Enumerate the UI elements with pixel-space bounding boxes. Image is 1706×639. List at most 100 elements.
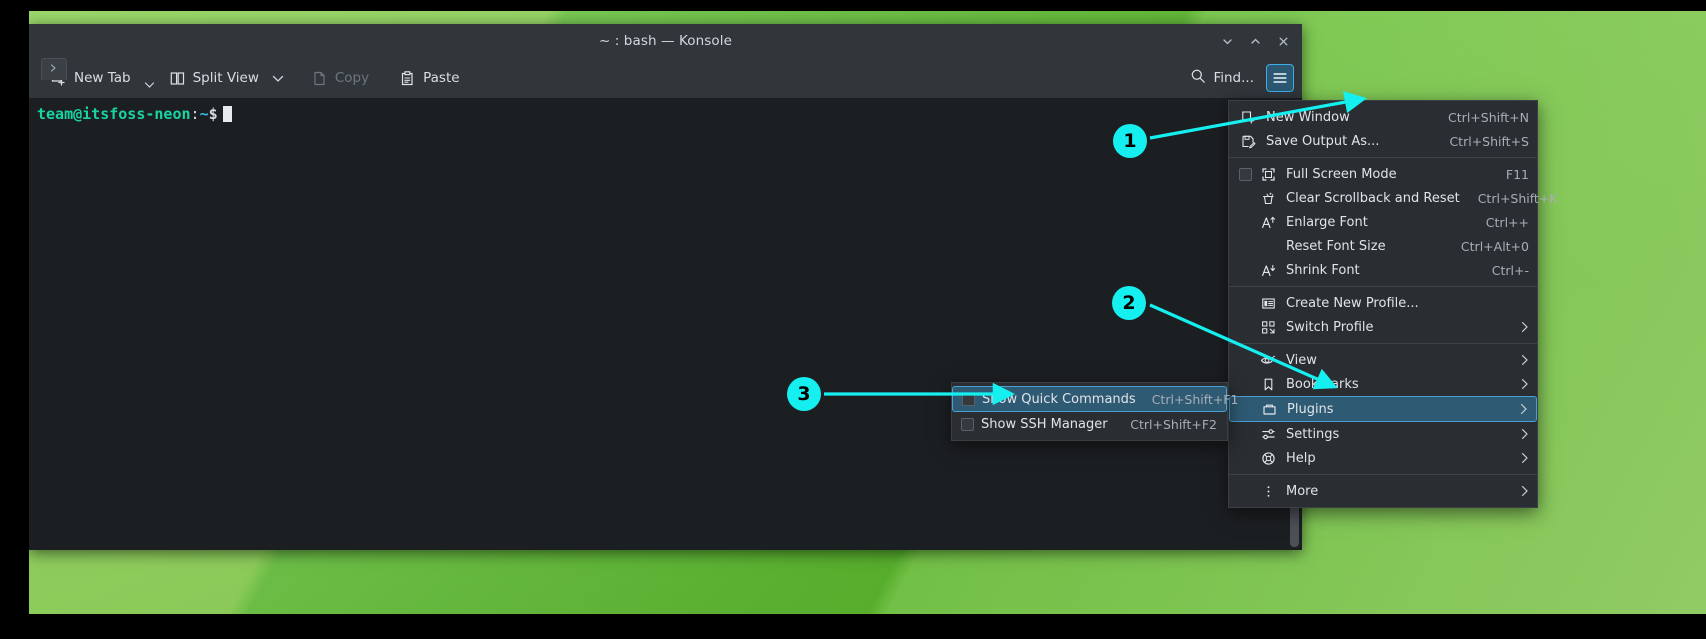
menu-label: New Window (1266, 109, 1350, 125)
split-view-button[interactable]: Split View (160, 63, 268, 93)
show-quick-commands-checkbox[interactable] (962, 392, 975, 406)
menu-shortcut: Ctrl+Alt+0 (1460, 238, 1529, 254)
menu-label: Full Screen Mode (1286, 166, 1397, 182)
window-title: ~ : bash — Konsole (598, 33, 733, 49)
menu-separator (1229, 286, 1537, 287)
submenu-label: Show SSH Manager (981, 417, 1108, 432)
window-controls (1214, 24, 1296, 58)
submenu-item-show-ssh-manager[interactable]: Show SSH Manager Ctrl+Shift+F2 (952, 412, 1227, 437)
window-titlebar: ~ : bash — Konsole (29, 24, 1302, 58)
more-icon (1259, 483, 1277, 499)
menu-label: Reset Font Size (1286, 238, 1386, 254)
menu-shortcut: Ctrl+- (1491, 262, 1529, 278)
close-button[interactable] (1270, 28, 1296, 54)
konsole-window: ~ : bash — Konsole New Tab Split View Co… (29, 24, 1302, 550)
bookmark-icon (1259, 376, 1277, 392)
menu-item-bookmarks[interactable]: Bookmarks (1229, 372, 1537, 396)
copy-label: Copy (334, 70, 370, 86)
toolbar-right-group: Find... (1182, 58, 1294, 98)
menu-shortcut: Ctrl+Shift+N (1448, 109, 1529, 125)
chevron-right-icon (1520, 452, 1529, 464)
switch-profile-icon (1259, 319, 1277, 335)
no-icon-placeholder (1259, 238, 1277, 254)
menu-label: Clear Scrollback and Reset (1286, 190, 1460, 206)
menu-label: Help (1286, 450, 1316, 466)
menu-label: More (1286, 483, 1319, 499)
full-screen-checkbox[interactable] (1239, 167, 1252, 181)
menu-item-switch-profile[interactable]: Switch Profile (1229, 315, 1537, 339)
clear-scrollback-icon (1259, 190, 1277, 206)
menu-shortcut: Ctrl+Shift+K (1477, 190, 1558, 206)
new-tab-label: New Tab (74, 70, 131, 86)
prompt-colon: : (190, 105, 200, 123)
menu-label: Save Output As... (1266, 133, 1380, 149)
search-icon (1190, 68, 1206, 88)
menu-item-shrink-font[interactable]: Shrink Font Ctrl+- (1229, 258, 1537, 282)
menu-separator (1229, 157, 1537, 158)
copy-icon (311, 70, 328, 87)
submenu-label: Show Quick Commands (982, 391, 1136, 407)
menu-label: Create New Profile... (1286, 295, 1419, 311)
settings-icon (1259, 426, 1277, 442)
menu-label: Plugins (1287, 401, 1334, 417)
plugins-icon (1260, 401, 1278, 417)
chevron-right-icon (1520, 354, 1529, 366)
screen: ~ : bash — Konsole New Tab Split View Co… (0, 0, 1706, 639)
menu-item-view[interactable]: View (1229, 348, 1537, 372)
menu-item-new-window[interactable]: New Window Ctrl+Shift+N (1229, 105, 1537, 129)
shrink-font-icon (1259, 262, 1277, 278)
paste-icon (399, 70, 416, 87)
chevron-right-icon (1520, 485, 1529, 497)
submenu-item-show-quick-commands[interactable]: Show Quick Commands Ctrl+Shift+F1 (952, 386, 1238, 412)
paste-button[interactable]: Paste (390, 63, 468, 93)
new-tab-dropdown-caret[interactable] (142, 63, 158, 93)
help-icon (1259, 450, 1277, 466)
terminal-area[interactable]: team@itsfoss-neon:~$ (29, 98, 1302, 550)
new-window-icon (1239, 109, 1257, 125)
submenu-shortcut: Ctrl+Shift+F1 (1151, 391, 1239, 407)
menu-item-settings[interactable]: Settings (1229, 422, 1537, 446)
chevron-right-icon (1520, 428, 1529, 440)
maximize-button[interactable] (1242, 28, 1268, 54)
shade-button[interactable] (1214, 28, 1240, 54)
save-icon (1239, 133, 1257, 149)
terminal-cursor (222, 106, 232, 122)
tab-strip-handle[interactable] (41, 58, 67, 80)
terminal-prompt-line: team@itsfoss-neon:~$ (37, 104, 1302, 124)
menu-item-save-output-as[interactable]: Save Output As... Ctrl+Shift+S (1229, 129, 1537, 153)
menu-item-plugins[interactable]: Plugins (1229, 396, 1537, 422)
menu-item-enlarge-font[interactable]: Enlarge Font Ctrl++ (1229, 210, 1537, 234)
annotation-badge-3: 3 (787, 377, 821, 411)
copy-button[interactable]: Copy (302, 63, 378, 93)
profile-icon (1259, 295, 1277, 311)
split-view-icon (169, 70, 186, 87)
menu-item-more[interactable]: More (1229, 479, 1537, 503)
hamburger-menu-button[interactable] (1266, 64, 1294, 92)
menu-item-reset-font-size[interactable]: Reset Font Size Ctrl+Alt+0 (1229, 234, 1537, 258)
menu-label: Shrink Font (1286, 262, 1360, 278)
fullscreen-icon (1259, 166, 1277, 182)
prompt-user: team@itsfoss-neon (37, 105, 191, 123)
chevron-right-icon (1520, 378, 1529, 390)
show-ssh-manager-checkbox[interactable] (961, 418, 974, 431)
prompt-icon (48, 62, 60, 77)
annotation-badge-2: 2 (1112, 286, 1146, 320)
eye-icon (1259, 352, 1277, 368)
split-view-dropdown-caret[interactable] (270, 63, 286, 93)
hamburger-icon (1273, 73, 1287, 83)
menu-item-create-new-profile[interactable]: Create New Profile... (1229, 291, 1537, 315)
menu-label: View (1286, 352, 1317, 368)
menu-item-full-screen-mode[interactable]: Full Screen Mode F11 (1229, 162, 1537, 186)
menu-item-clear-scrollback-and-reset[interactable]: Clear Scrollback and Reset Ctrl+Shift+K (1229, 186, 1558, 210)
main-toolbar: New Tab Split View Copy Paste Find... (29, 58, 1302, 98)
paste-label: Paste (423, 70, 460, 86)
split-view-label: Split View (192, 70, 259, 86)
chevron-right-icon (1519, 403, 1528, 415)
menu-item-help[interactable]: Help (1229, 446, 1537, 470)
menu-separator (1229, 343, 1537, 344)
submenu-shortcut: Ctrl+Shift+F2 (1130, 417, 1217, 432)
enlarge-font-icon (1259, 214, 1277, 230)
find-button[interactable]: Find... (1182, 63, 1262, 93)
menu-shortcut: Ctrl++ (1485, 214, 1529, 230)
menu-label: Bookmarks (1286, 376, 1359, 392)
